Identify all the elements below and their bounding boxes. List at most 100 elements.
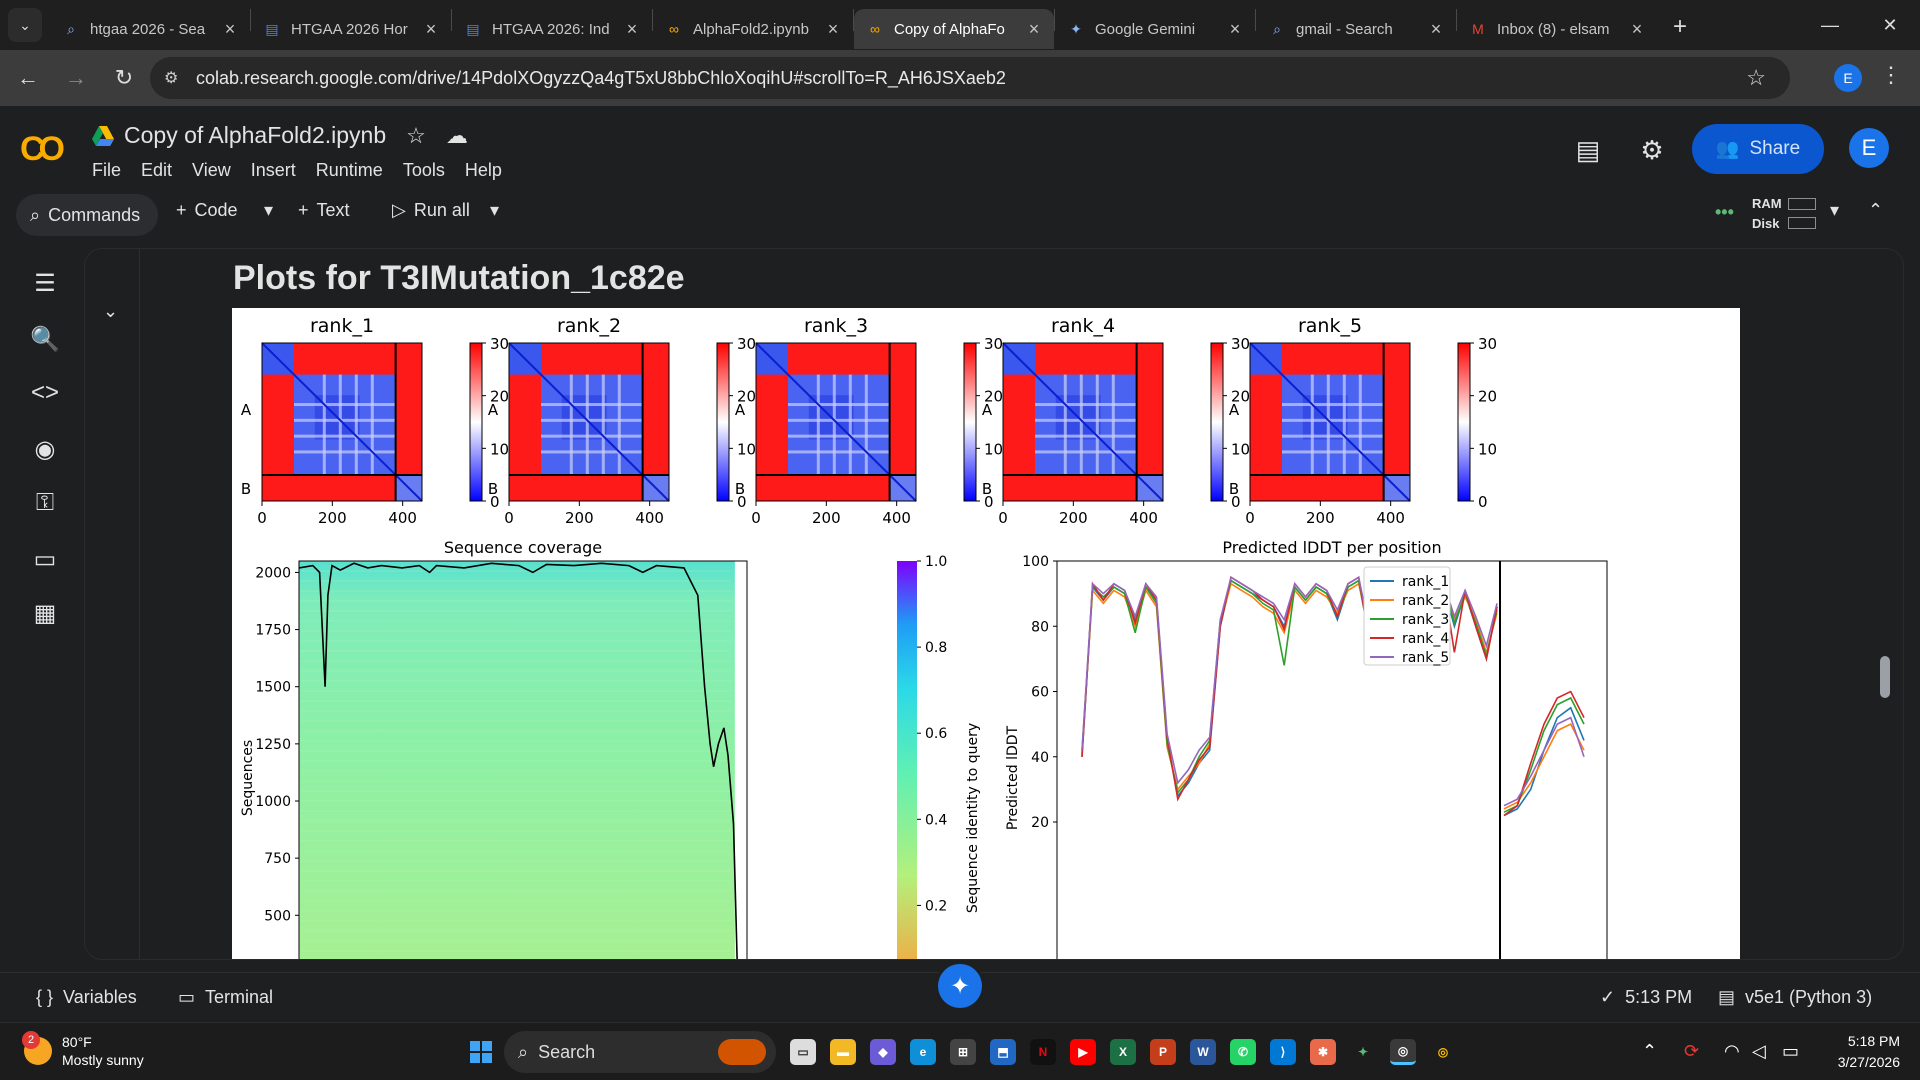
- whatsapp-icon[interactable]: ✆: [1230, 1039, 1256, 1065]
- windows-start-icon[interactable]: [470, 1041, 492, 1063]
- code-snippets-icon[interactable]: <>: [28, 376, 62, 410]
- copilot-art-icon[interactable]: [718, 1039, 766, 1065]
- collapse-cell-chevron-icon[interactable]: ⌄: [103, 301, 118, 322]
- gemini-sparkle-button[interactable]: ✦: [938, 964, 982, 1008]
- tab-close-icon[interactable]: ×: [1426, 19, 1446, 40]
- x-tick-label: 200: [1059, 509, 1088, 527]
- tab-close-icon[interactable]: ×: [1225, 19, 1245, 40]
- runtime-connected-dots-icon[interactable]: •••: [1715, 202, 1734, 223]
- browser-tab[interactable]: ▤ HTGAA 2026 Hor ×: [251, 9, 451, 49]
- files-folder-icon[interactable]: ▭: [28, 542, 62, 576]
- menu-item-insert[interactable]: Insert: [251, 160, 296, 181]
- browser-tab[interactable]: ⌕ htgaa 2026 - Sea ×: [50, 9, 250, 49]
- chrome-profile-icon[interactable]: ◎: [1430, 1039, 1456, 1065]
- menu-item-help[interactable]: Help: [465, 160, 502, 181]
- tab-close-icon[interactable]: ×: [622, 19, 642, 40]
- menu-item-edit[interactable]: Edit: [141, 160, 172, 181]
- x-tick-label: 200: [318, 509, 347, 527]
- wifi-icon[interactable]: ◠: [1724, 1041, 1740, 1062]
- secrets-key-icon[interactable]: ⚿: [28, 486, 62, 520]
- app-icon[interactable]: ✱: [1310, 1039, 1336, 1065]
- back-button[interactable]: ←: [8, 58, 48, 98]
- collapse-toolbar-chevron-icon[interactable]: ⌃: [1868, 200, 1883, 221]
- copilot-icon[interactable]: ◆: [870, 1039, 896, 1065]
- browser-profile-avatar[interactable]: E: [1834, 64, 1862, 92]
- colab-logo[interactable]: CO: [20, 130, 65, 169]
- resources-chevron-icon[interactable]: ▾: [1830, 200, 1839, 221]
- run-all-button[interactable]: ▷ Run all: [392, 200, 470, 221]
- browser-tab[interactable]: ∞ Copy of AlphaFo ×: [854, 9, 1054, 49]
- notebook-scrollbar[interactable]: [1880, 656, 1890, 698]
- sync-icon[interactable]: ⟳: [1684, 1041, 1699, 1062]
- bookmark-star-icon[interactable]: ☆: [1746, 65, 1766, 91]
- variables-inspector-icon[interactable]: ◉: [28, 432, 62, 466]
- store-icon[interactable]: ⊞: [950, 1039, 976, 1065]
- minimize-button[interactable]: —: [1800, 0, 1860, 50]
- menu-item-view[interactable]: View: [192, 160, 231, 181]
- find-replace-icon[interactable]: 🔍: [28, 322, 62, 356]
- terminal-button[interactable]: ▭ Terminal: [178, 987, 273, 1008]
- table-of-contents-icon[interactable]: ☰: [28, 266, 62, 300]
- account-avatar[interactable]: E: [1849, 128, 1889, 168]
- execution-status[interactable]: ✓ 5:13 PM: [1600, 987, 1692, 1008]
- chrome-icon[interactable]: ◎: [1390, 1039, 1416, 1065]
- youtube-icon[interactable]: ▶: [1070, 1039, 1096, 1065]
- add-code-button[interactable]: + Code: [176, 200, 238, 221]
- text-label: Text: [316, 200, 350, 220]
- file-explorer-icon[interactable]: ▬: [830, 1039, 856, 1065]
- settings-gear-icon[interactable]: ⚙: [1632, 130, 1672, 170]
- netflix-icon[interactable]: N: [1030, 1039, 1056, 1065]
- reload-button[interactable]: ↻: [104, 58, 144, 98]
- browser-tab[interactable]: ✦ Google Gemini ×: [1055, 9, 1255, 49]
- browser-tab[interactable]: ▤ HTGAA 2026: Ind ×: [452, 9, 652, 49]
- menu-bar: File Edit View Insert Runtime Tools Help: [92, 160, 502, 181]
- notebook-title[interactable]: Copy of AlphaFold2.ipynb: [124, 122, 386, 149]
- tray-chevron-icon[interactable]: ⌃: [1642, 1041, 1657, 1062]
- browser-tab[interactable]: ∞ AlphaFold2.ipynb ×: [653, 9, 853, 49]
- maps-icon[interactable]: ⬒: [990, 1039, 1016, 1065]
- site-info-icon[interactable]: ⚙: [164, 68, 186, 88]
- menu-item-runtime[interactable]: Runtime: [316, 160, 383, 181]
- weather-widget[interactable]: 2 80°F Mostly sunny: [22, 1031, 144, 1069]
- task-view-icon[interactable]: ▭: [790, 1039, 816, 1065]
- tab-close-icon[interactable]: ×: [823, 19, 843, 40]
- tab-close-icon[interactable]: ×: [1627, 19, 1647, 40]
- run-all-dropdown-chevron-icon[interactable]: ▾: [490, 200, 499, 221]
- battery-icon[interactable]: ▭: [1782, 1041, 1799, 1062]
- volume-icon[interactable]: ◁: [1752, 1041, 1766, 1062]
- menu-item-tools[interactable]: Tools: [403, 160, 445, 181]
- forward-button[interactable]: →: [56, 58, 96, 98]
- colorbar-tick-label: 0.6: [925, 726, 947, 742]
- menu-item-file[interactable]: File: [92, 160, 121, 181]
- cloud-saved-icon[interactable]: ☁: [446, 123, 468, 149]
- runtime-type-button[interactable]: ▤ v5e1 (Python 3): [1718, 987, 1872, 1008]
- resource-indicator[interactable]: RAM Disk: [1752, 194, 1782, 234]
- tab-close-icon[interactable]: ×: [220, 19, 240, 40]
- tab-search-menu-button[interactable]: ⌄: [8, 8, 42, 42]
- system-clock[interactable]: 5:18 PM 3/27/2026: [1820, 1031, 1900, 1073]
- edge-icon[interactable]: e: [910, 1039, 936, 1065]
- sparkle-app-icon[interactable]: ✦: [1350, 1039, 1376, 1065]
- omnibox[interactable]: ⚙ colab.research.google.com/drive/14Pdol…: [150, 57, 1790, 99]
- word-icon[interactable]: W: [1190, 1039, 1216, 1065]
- new-tab-button[interactable]: +: [1663, 10, 1697, 44]
- excel-icon[interactable]: X: [1110, 1039, 1136, 1065]
- comments-icon[interactable]: ▤: [1568, 130, 1608, 170]
- url-text[interactable]: colab.research.google.com/drive/14PdolXO…: [196, 68, 1006, 89]
- share-button[interactable]: 👥 Share: [1692, 124, 1824, 174]
- pae-stripe: [1111, 374, 1115, 475]
- browser-tab[interactable]: ⌕ gmail - Search ×: [1256, 9, 1456, 49]
- commands-button[interactable]: ⌕ Commands: [16, 194, 158, 236]
- star-icon[interactable]: ☆: [406, 123, 426, 149]
- close-window-button[interactable]: ✕: [1860, 0, 1920, 50]
- browser-menu-icon[interactable]: ⋮: [1880, 62, 1902, 88]
- variables-button[interactable]: { } Variables: [36, 987, 137, 1008]
- add-text-button[interactable]: + Text: [298, 200, 350, 221]
- tab-close-icon[interactable]: ×: [421, 19, 441, 40]
- data-table-icon[interactable]: ▦: [28, 596, 62, 630]
- powerpoint-icon[interactable]: P: [1150, 1039, 1176, 1065]
- vscode-icon[interactable]: ⟩: [1270, 1039, 1296, 1065]
- code-dropdown-chevron-icon[interactable]: ▾: [264, 200, 273, 221]
- browser-tab[interactable]: M Inbox (8) - elsam ×: [1457, 9, 1657, 49]
- tab-close-icon[interactable]: ×: [1024, 19, 1044, 40]
